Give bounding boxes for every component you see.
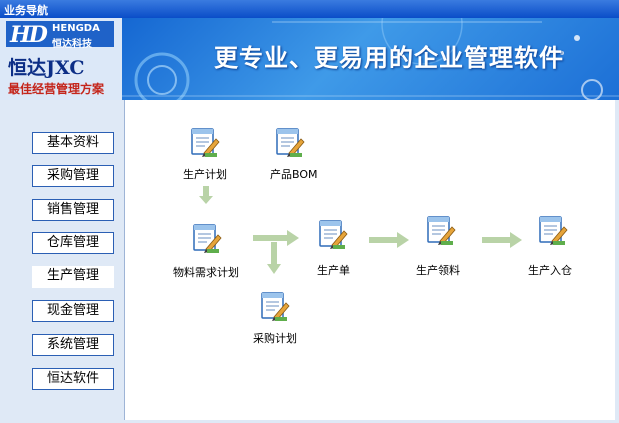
node-production-order[interactable]: 生产单	[313, 218, 373, 278]
arrow-down-icon	[199, 186, 213, 204]
node-label: 生产入仓	[528, 264, 572, 277]
logo-english-name: HENGDA	[52, 23, 100, 34]
sidebar-item-basic-data[interactable]: 基本资料	[32, 132, 114, 154]
document-pencil-icon	[191, 128, 220, 157]
sidebar-nav: 基本资料 采购管理 销售管理 仓库管理 生产管理 现金管理 系统管理 恒达软件	[0, 100, 125, 420]
sidebar-item-sales[interactable]: 销售管理	[32, 199, 114, 221]
document-pencil-icon	[276, 128, 305, 157]
product-slogan: 最佳经营管理方案	[8, 82, 105, 96]
document-pencil-icon	[193, 224, 222, 253]
node-label: 产品BOM	[270, 168, 318, 181]
node-label: 生产单	[317, 264, 350, 277]
node-production-warehousing[interactable]: 生产入仓	[527, 214, 597, 277]
logo-chinese-name: 恒达科技	[52, 39, 92, 50]
node-label: 物料需求计划	[173, 266, 239, 279]
workflow-canvas: 生产计划 产品BOM 物料需求计划 生产单 生产领料 生产入仓 采购计划	[125, 100, 615, 420]
node-production-material-issue[interactable]: 生产领料	[415, 214, 485, 277]
node-purchase-plan[interactable]: 采购计划	[251, 290, 321, 350]
document-pencil-icon	[261, 292, 290, 321]
node-label: 生产计划	[183, 168, 227, 181]
sidebar-item-system[interactable]: 系统管理	[32, 334, 114, 356]
node-material-requirements-plan[interactable]: 物料需求计划	[169, 222, 253, 282]
sidebar-item-purchasing[interactable]: 采购管理	[32, 165, 114, 187]
document-pencil-icon	[427, 216, 456, 245]
document-pencil-icon	[319, 220, 348, 249]
window-frame-right	[615, 100, 619, 423]
node-product-bom[interactable]: 产品BOM	[260, 126, 330, 186]
arrow-right-icon	[482, 232, 522, 248]
logo-panel: HD HENGDA 恒达科技 恒达JXC 最佳经营管理方案	[0, 18, 122, 100]
sidebar-item-warehouse[interactable]: 仓库管理	[32, 232, 114, 254]
sidebar-item-cash[interactable]: 现金管理	[32, 300, 114, 322]
banner: HD HENGDA 恒达科技 恒达JXC 最佳经营管理方案 更专业、更易用的企业…	[0, 18, 619, 100]
node-production-plan[interactable]: 生产计划	[173, 126, 243, 186]
sidebar-item-hengda-software[interactable]: 恒达软件	[32, 368, 114, 390]
node-label: 采购计划	[253, 332, 297, 345]
logo-mark: HD	[10, 22, 48, 48]
node-label: 生产领料	[416, 264, 460, 277]
product-name: 恒达JXC	[8, 57, 85, 79]
window-title: 业务导航	[4, 4, 48, 17]
arrow-down-icon	[267, 242, 281, 274]
arrow-right-icon	[369, 232, 409, 248]
banner-slogan: 更专业、更易用的企业管理软件	[214, 44, 564, 72]
window-title-bar: 业务导航	[0, 0, 619, 18]
sidebar-item-production[interactable]: 生产管理	[32, 266, 114, 288]
banner-graphic: 更专业、更易用的企业管理软件	[122, 18, 619, 100]
company-logo: HD HENGDA 恒达科技	[6, 21, 114, 50]
document-pencil-icon	[539, 216, 568, 245]
